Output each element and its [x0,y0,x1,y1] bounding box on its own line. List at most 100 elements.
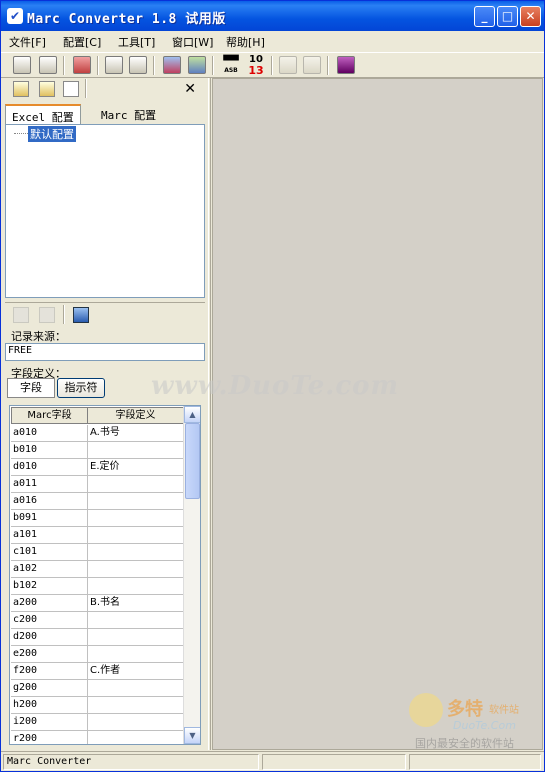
cell-marc-field[interactable]: a011 [11,476,87,492]
cell-marc-field[interactable]: h200 [11,697,87,713]
cell-field-def[interactable] [87,612,184,628]
cell-field-def[interactable] [87,476,184,492]
field-grid[interactable]: Marc字段 字段定义 a010 A.书号 b010 d010 E.定价 a011 a016… [9,405,201,745]
menu-tools[interactable]: 工具[T] [118,34,155,50]
cell-field-def[interactable] [87,578,184,594]
cell-field-def[interactable] [87,442,184,458]
save-icon[interactable] [73,307,89,323]
cell-marc-field[interactable]: a102 [11,561,87,577]
table-row[interactable]: a200 B.书名 [11,595,184,612]
panel-close-icon[interactable]: ✕ [184,81,196,97]
cell-field-def[interactable] [87,544,184,560]
cell-marc-field[interactable]: a101 [11,527,87,543]
table-row[interactable]: a011 [11,476,184,493]
close-button[interactable]: ✕ [520,6,541,27]
tab-excel-config[interactable]: Excel 配置 [5,104,81,124]
table-row[interactable]: i200 [11,714,184,731]
menu-window[interactable]: 窗口[W] [172,34,213,50]
new-config-icon[interactable] [13,81,29,97]
cell-field-def[interactable] [87,527,184,543]
cell-marc-field[interactable]: c101 [11,544,87,560]
header-marc-field[interactable]: Marc字段 [12,408,88,423]
panel-splitter[interactable] [208,78,211,750]
table-row[interactable]: b091 [11,510,184,527]
table-icon[interactable] [163,56,181,74]
cell-marc-field[interactable]: i200 [11,714,87,730]
table-row[interactable]: h200 [11,697,184,714]
cell-marc-field[interactable]: c200 [11,612,87,628]
table-row[interactable]: b102 [11,578,184,595]
cell-marc-field[interactable]: f200 [11,663,87,679]
open-config-icon[interactable] [39,81,55,97]
table-row[interactable]: c101 [11,544,184,561]
table-row[interactable]: a102 [11,561,184,578]
tab-marc-config[interactable]: Marc 配置 [95,104,162,124]
cell-field-def[interactable]: E.定价 [87,459,184,475]
cell-field-def[interactable] [87,697,184,713]
cell-field-def[interactable] [87,629,184,645]
cell-marc-field[interactable]: a016 [11,493,87,509]
cell-marc-field[interactable]: a010 [11,425,87,441]
import-icon[interactable] [39,56,57,74]
table-row[interactable]: c200 [11,612,184,629]
table-row[interactable]: d010 E.定价 [11,459,184,476]
counter-icon[interactable]: 10 13 [246,55,266,77]
tab-indicators[interactable]: 指示符 [57,378,105,398]
scroll-thumb[interactable] [185,423,200,499]
table-row[interactable]: a101 [11,527,184,544]
move-right-icon[interactable] [39,307,55,323]
copy-icon[interactable] [105,56,123,74]
cell-field-def[interactable] [87,646,184,662]
convert-icon[interactable] [188,56,206,74]
tree-node-default[interactable]: 默认配置 [28,126,76,142]
menu-config[interactable]: 配置[C] [63,34,101,50]
minimize-button[interactable]: _ [474,6,495,27]
table-row[interactable]: e200 [11,646,184,663]
header-field-def[interactable]: 字段定义 [88,408,183,423]
cell-marc-field[interactable]: d200 [11,629,87,645]
maximize-button[interactable]: □ [497,6,518,27]
cell-marc-field[interactable]: b102 [11,578,87,594]
cell-field-def[interactable] [87,561,184,577]
cell-field-def[interactable] [87,731,184,744]
book-stack-icon[interactable] [337,56,355,74]
cell-field-def[interactable] [87,493,184,509]
table-row[interactable]: a016 [11,493,184,510]
title-bar[interactable]: ✔ Marc Converter 1.8 试用版 _ □ ✕ [1,1,544,31]
table-row[interactable]: f200 C.作者 [11,663,184,680]
scroll-up-icon[interactable]: ▲ [184,406,200,423]
scroll-down-icon[interactable]: ▼ [184,727,200,744]
open-icon[interactable] [13,56,31,74]
config-tree[interactable]: 默认配置 [5,124,205,298]
cell-field-def[interactable] [87,510,184,526]
table-row[interactable]: d200 [11,629,184,646]
cell-field-def[interactable]: C.作者 [87,663,184,679]
binoculars-icon[interactable]: ▀▀ ASB [221,57,241,75]
cell-marc-field[interactable]: b010 [11,442,87,458]
table-row[interactable]: r200 [11,731,184,744]
tab-fields[interactable]: 字段 [7,378,55,398]
cell-field-def[interactable] [87,714,184,730]
paste-icon[interactable] [129,56,147,74]
cell-marc-field[interactable]: g200 [11,680,87,696]
menu-help[interactable]: 帮助[H] [226,34,265,50]
properties-icon[interactable] [63,81,79,97]
cell-marc-field[interactable]: e200 [11,646,87,662]
table-row[interactable]: g200 [11,680,184,697]
cell-field-def[interactable] [87,680,184,696]
cell-marc-field[interactable]: b091 [11,510,87,526]
cell-field-def[interactable]: A.书号 [87,425,184,441]
disabled-1-icon[interactable] [279,56,297,74]
move-left-icon[interactable] [13,307,29,323]
menu-file[interactable]: 文件[F] [9,34,46,50]
table-row[interactable]: a010 A.书号 [11,425,184,442]
book-icon[interactable] [73,56,91,74]
record-source-input[interactable]: FREE [5,343,205,361]
cell-field-def[interactable]: B.书名 [87,595,184,611]
cell-marc-field[interactable]: r200 [11,731,87,744]
disabled-2-icon[interactable] [303,56,321,74]
table-row[interactable]: b010 [11,442,184,459]
cell-marc-field[interactable]: d010 [11,459,87,475]
cell-marc-field[interactable]: a200 [11,595,87,611]
grid-scrollbar[interactable]: ▲ ▼ [183,406,200,744]
